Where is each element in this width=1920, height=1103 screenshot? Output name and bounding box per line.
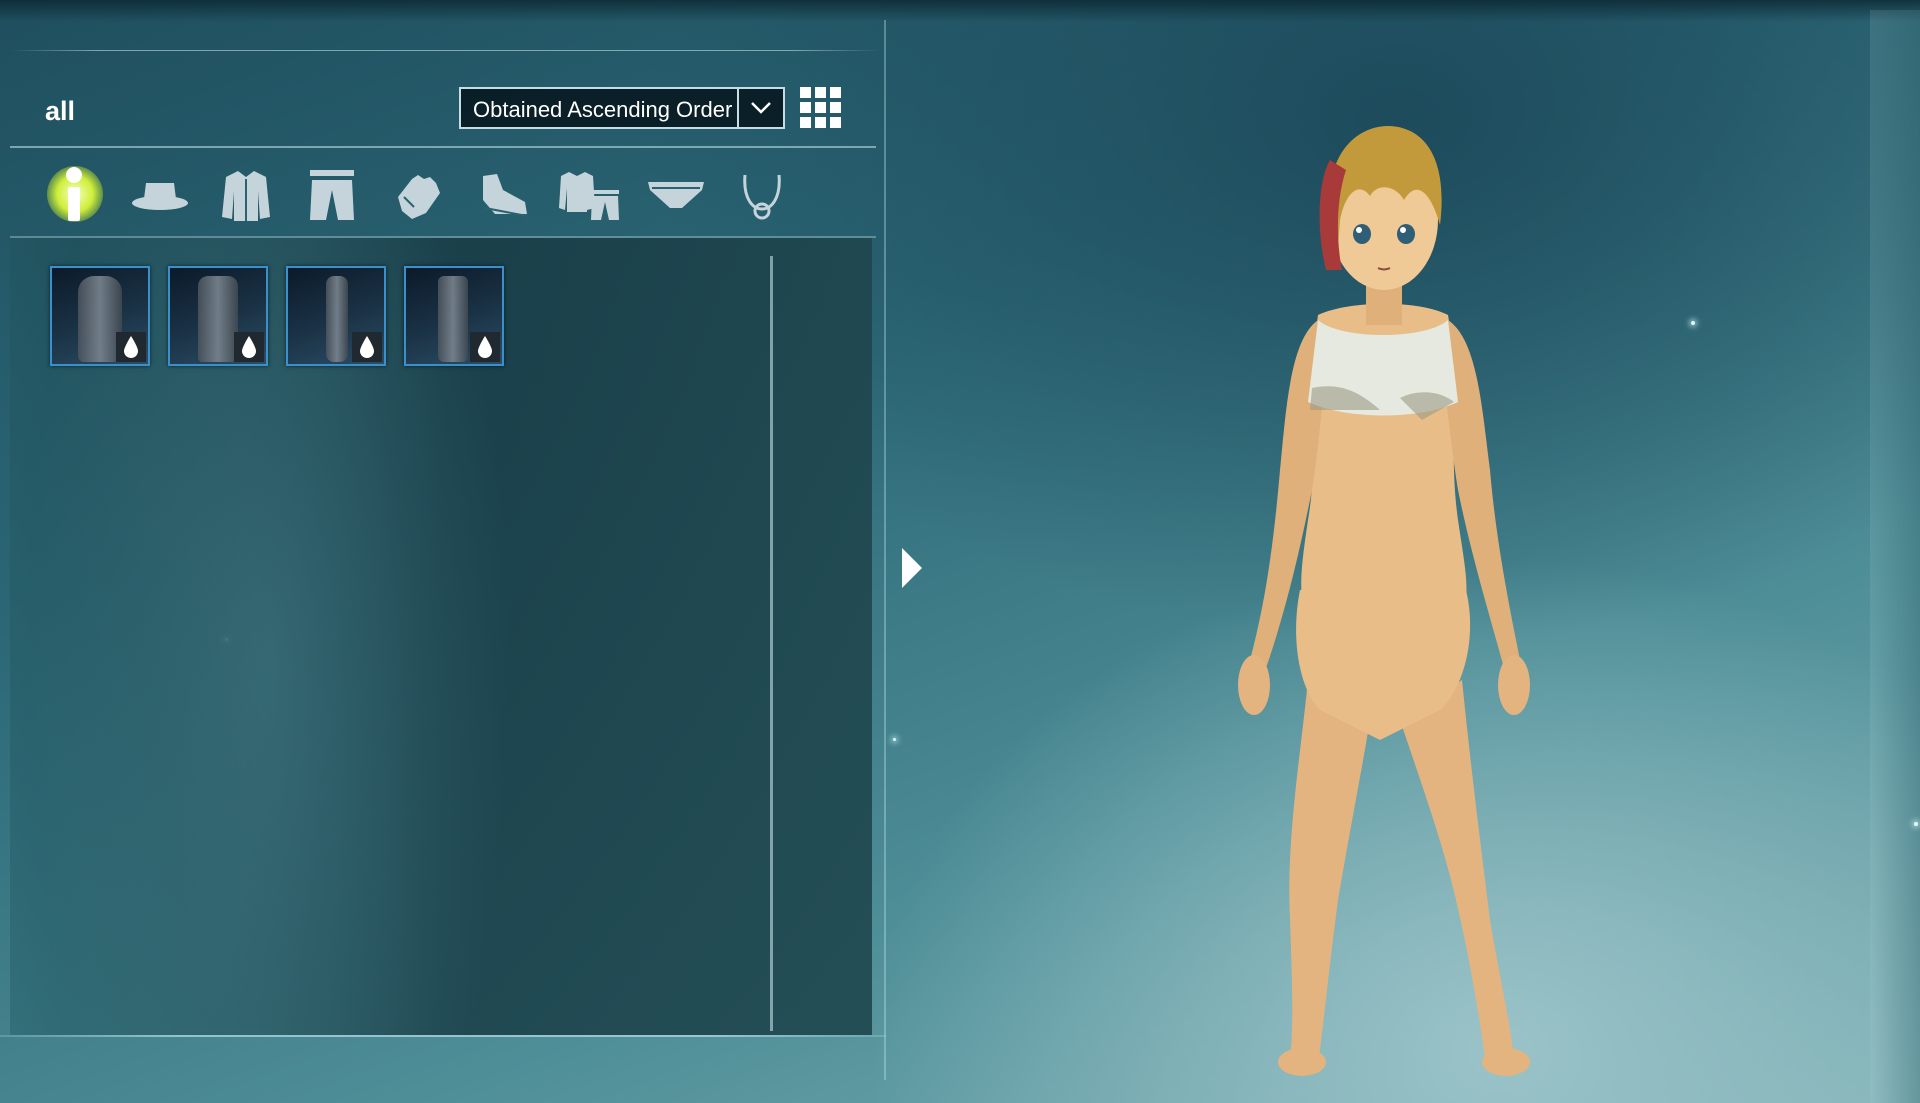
hat-icon — [132, 183, 188, 210]
sparkle — [1914, 822, 1918, 826]
drop-icon — [352, 332, 382, 362]
tab-gloves[interactable] — [383, 162, 453, 228]
category-tabs — [10, 150, 876, 238]
tab-hat[interactable] — [125, 162, 195, 228]
tab-underwear[interactable] — [641, 162, 711, 228]
filter-title: all — [45, 96, 76, 126]
shoe-icon — [483, 174, 528, 217]
item-list-scrollbar[interactable] — [770, 256, 773, 1031]
chevron-down-icon[interactable] — [737, 89, 783, 127]
item-tile-bottom[interactable] — [168, 266, 268, 366]
grid-view-icon[interactable] — [800, 87, 842, 129]
item-thumbnail — [438, 276, 468, 362]
header-divider — [10, 146, 876, 148]
pants-icon — [310, 170, 354, 220]
outfit-set-icon — [559, 172, 619, 220]
sparkle — [1691, 321, 1695, 325]
necklace-icon — [743, 174, 781, 220]
panel-divider — [884, 20, 886, 1080]
item-thumbnail — [198, 276, 238, 362]
sort-dropdown[interactable]: Obtained Ascending Order — [459, 87, 785, 129]
drop-icon — [470, 332, 500, 362]
equipment-panel: all Obtained Ascending Order — [0, 20, 886, 1035]
panel-bottom-border — [0, 1035, 886, 1037]
panel-header: all Obtained Ascending Order — [10, 60, 880, 146]
jacket-icon — [222, 171, 270, 221]
top-shadow — [0, 0, 1920, 22]
character-model[interactable] — [1190, 120, 1580, 1095]
tab-set[interactable] — [555, 162, 625, 228]
item-tile-top[interactable] — [50, 266, 150, 366]
tab-accessory[interactable] — [727, 162, 797, 228]
tab-shoes[interactable] — [469, 162, 539, 228]
sparkle — [893, 738, 896, 741]
item-tile-boots[interactable] — [404, 266, 504, 366]
tab-all[interactable] — [39, 162, 109, 228]
glove-icon — [398, 175, 440, 219]
panel-top-border — [10, 50, 880, 51]
item-thumbnail — [326, 276, 348, 362]
all-person-icon — [66, 167, 82, 221]
sort-selected-value: Obtained Ascending Order — [473, 97, 733, 122]
drop-icon — [234, 332, 264, 362]
tab-bottom[interactable] — [297, 162, 367, 228]
tab-top[interactable] — [211, 162, 281, 228]
item-tile-gloves[interactable] — [286, 266, 386, 366]
drop-icon — [116, 332, 146, 362]
collapse-panel-arrow-icon[interactable] — [900, 546, 924, 590]
underwear-icon — [648, 182, 704, 208]
right-edge-panel — [1870, 10, 1920, 1103]
